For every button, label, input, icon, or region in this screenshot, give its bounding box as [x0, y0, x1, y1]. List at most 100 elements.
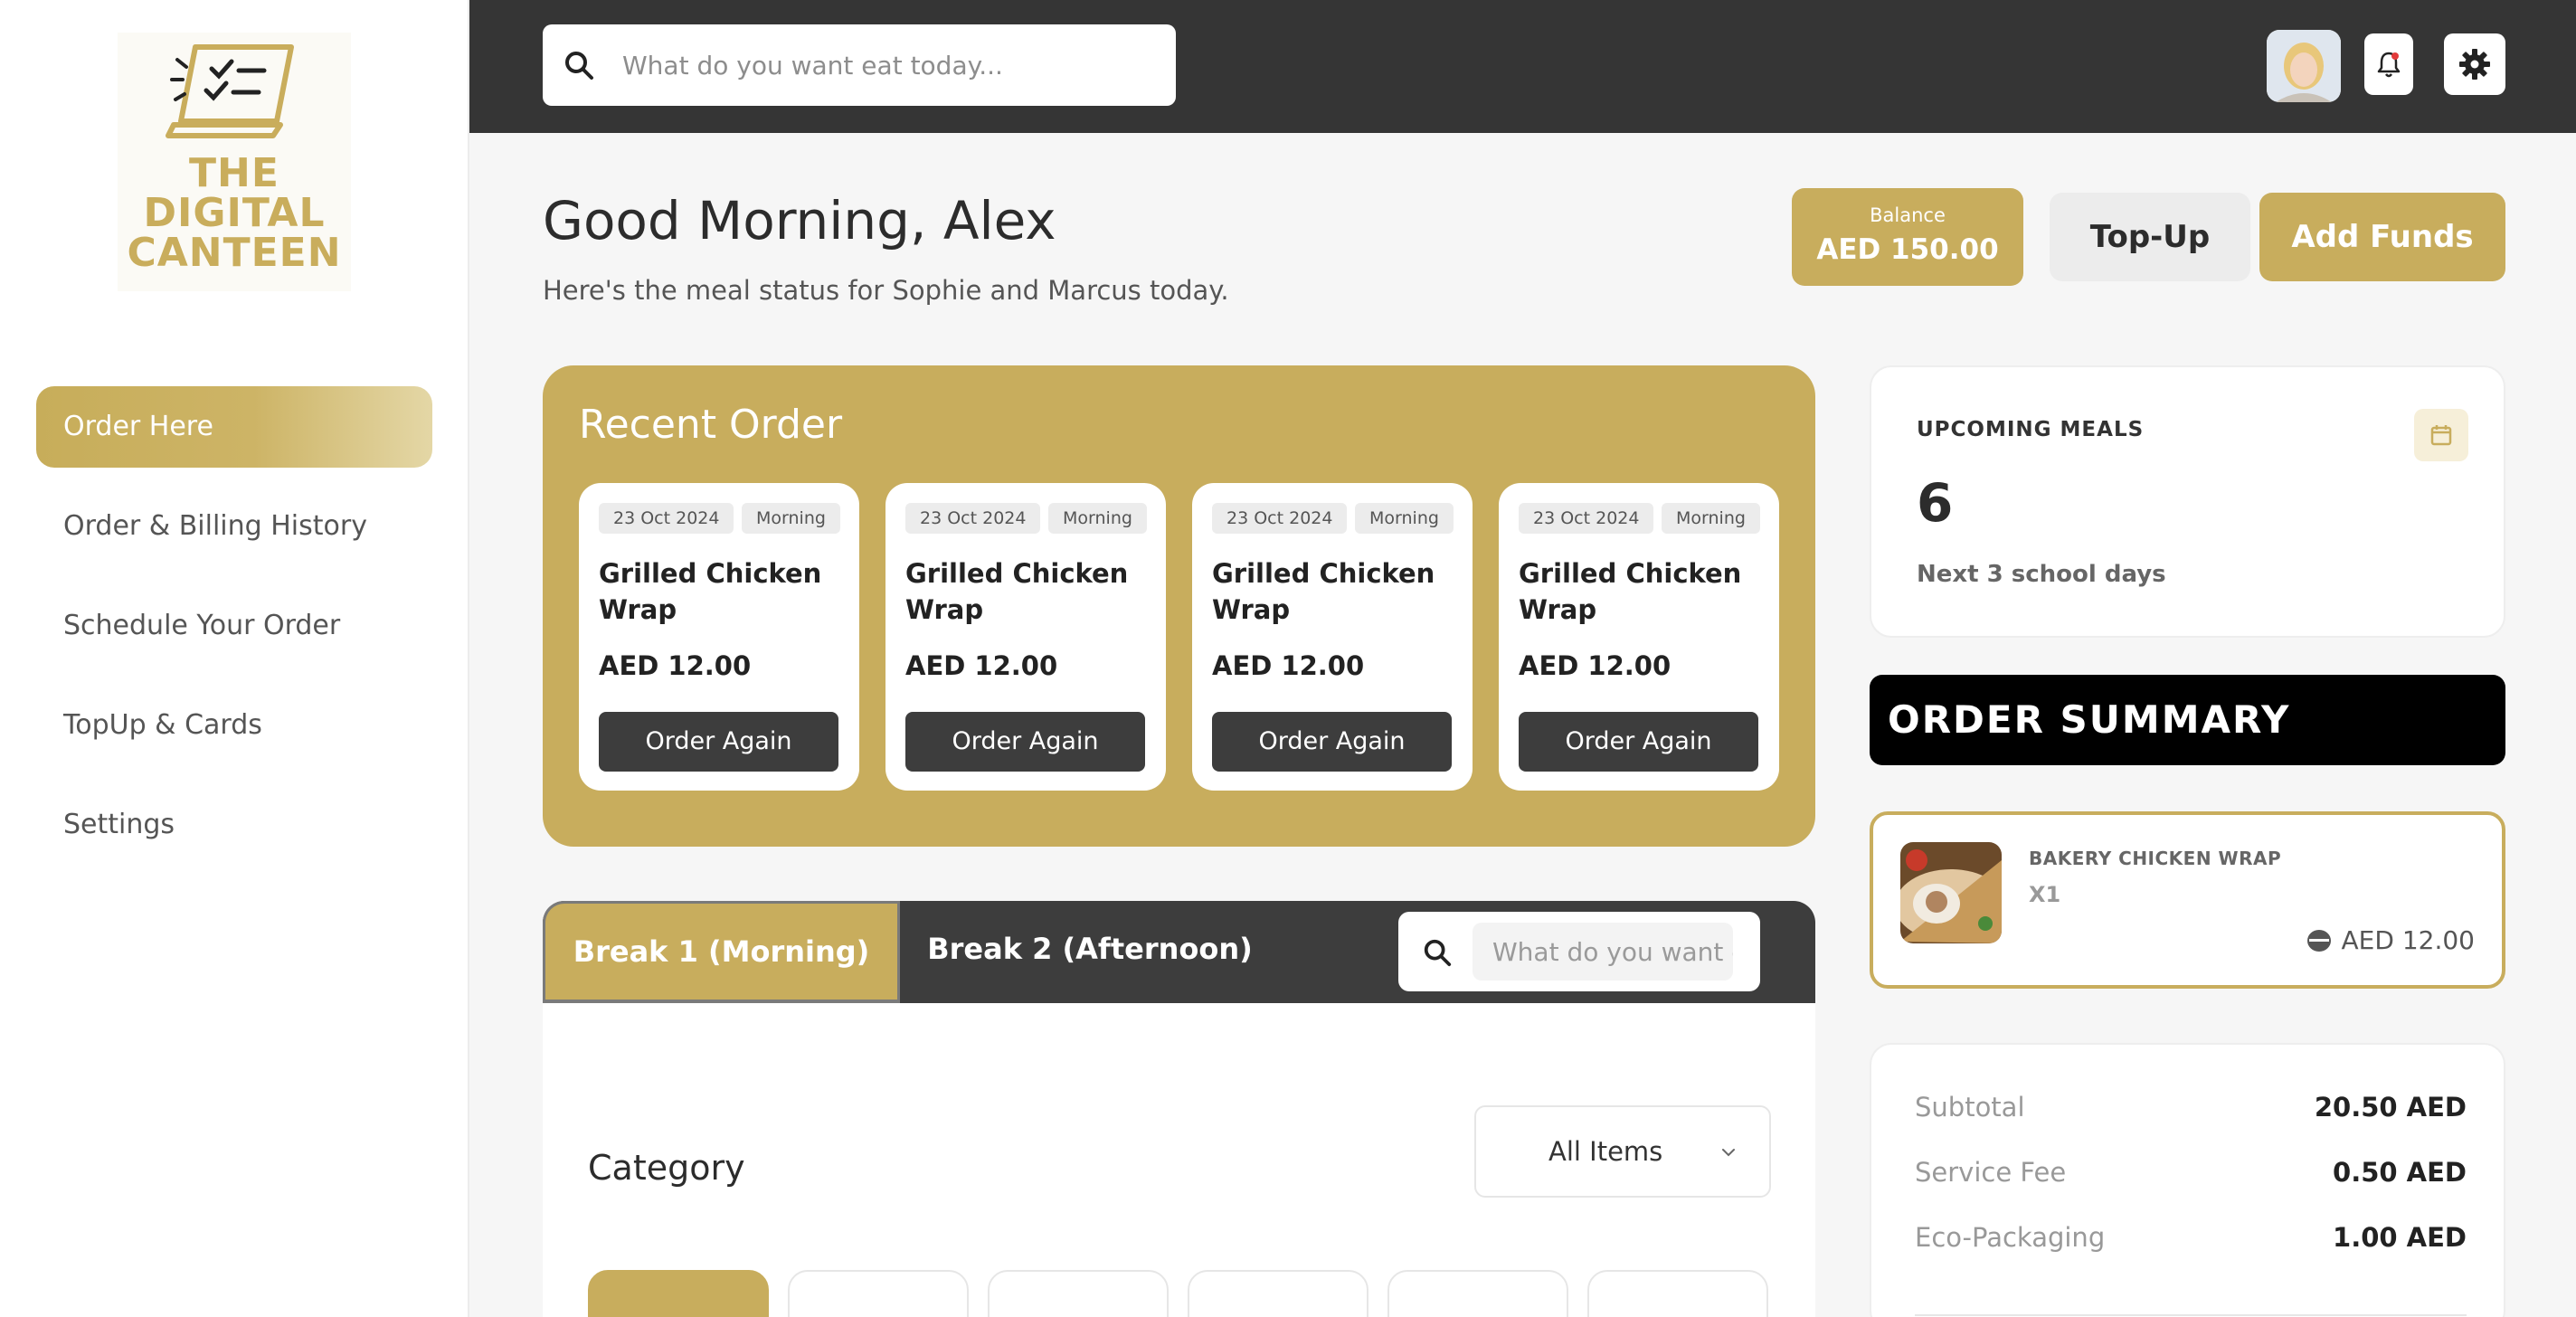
category-pill[interactable]: [1387, 1270, 1568, 1317]
search-input[interactable]: [622, 41, 1147, 90]
laptop-checklist-icon: [166, 44, 294, 138]
balance-badge: Balance AED 150.00: [1792, 188, 2023, 286]
search-icon[interactable]: [563, 49, 595, 81]
menu-search-field[interactable]: [1473, 923, 1733, 981]
global-search[interactable]: [543, 24, 1176, 106]
order-again-button[interactable]: Order Again: [1212, 712, 1452, 772]
order-summary-header: ORDER SUMMARY: [1870, 675, 2505, 765]
brand-line-2: DIGITAL: [143, 190, 326, 236]
order-date-chip: 23 Oct 2024: [1519, 503, 1654, 534]
upcoming-meals-count: 6: [1917, 472, 1954, 534]
category-thumb: [1389, 1272, 1570, 1317]
calendar-icon: [2430, 425, 2452, 446]
tab-break-afternoon[interactable]: Break 2 (Afternoon): [900, 901, 1280, 1003]
coin-icon: [2306, 929, 2331, 952]
order-item-name: Grilled Chicken Wrap: [905, 558, 1129, 625]
balance-value: AED 150.00: [1816, 233, 1999, 266]
order-date-chip: 23 Oct 2024: [599, 503, 734, 534]
menu-area: Category All Items: [543, 1003, 1815, 1317]
bell-icon: [2377, 52, 2401, 78]
category-pill[interactable]: [588, 1270, 769, 1317]
upcoming-meals-subtitle: Next 3 school days: [1917, 561, 2166, 588]
avatar[interactable]: [2267, 30, 2341, 102]
order-again-button[interactable]: Order Again: [599, 712, 838, 772]
notifications-button[interactable]: [2364, 33, 2413, 95]
recent-order-card: 23 Oct 2024 Morning Grilled Chicken Wrap…: [579, 483, 859, 791]
category-pill[interactable]: [788, 1270, 969, 1317]
order-date-chip: 23 Oct 2024: [1212, 503, 1348, 534]
food-image: [1900, 842, 2002, 943]
gear-icon: [2459, 49, 2490, 80]
eco-packaging-row: Eco-Packaging 1.00 AED: [1915, 1222, 2467, 1253]
category-filter-value: All Items: [1548, 1136, 1663, 1167]
category-thumb: [1189, 1272, 1370, 1317]
order-again-button[interactable]: Order Again: [905, 712, 1145, 772]
order-again-button[interactable]: Order Again: [1519, 712, 1758, 772]
break-tabs: Break 1 (Morning) Break 2 (Afternoon): [543, 901, 1815, 1003]
order-slot-chip: Morning: [742, 503, 840, 534]
order-item-name: Grilled Chicken Wrap: [1519, 558, 1742, 625]
category-pill[interactable]: [1188, 1270, 1368, 1317]
search-icon[interactable]: [1422, 937, 1453, 968]
order-item-name: Grilled Chicken Wrap: [1212, 558, 1435, 625]
recent-order-title: Recent Order: [579, 402, 843, 448]
page-title: Good Morning, Alex: [543, 190, 1056, 251]
sidebar: THE DIGITAL CANTEEN Order Here Order & B…: [0, 0, 469, 1317]
top-bar: [469, 0, 2576, 133]
subtotal-label: Subtotal: [1915, 1092, 2025, 1123]
summary-item-price: AED 12.00: [2306, 925, 2475, 955]
settings-button[interactable]: [2444, 33, 2505, 95]
service-fee-value: 0.50 AED: [2333, 1157, 2467, 1188]
subtotal-row: Subtotal 20.50 AED: [1915, 1092, 2467, 1123]
sidebar-item-topup-cards[interactable]: TopUp & Cards: [36, 685, 432, 766]
recent-order-card: 23 Oct 2024 Morning Grilled Chicken Wrap…: [1192, 483, 1473, 791]
recent-order-card: 23 Oct 2024 Morning Grilled Chicken Wrap…: [1499, 483, 1779, 791]
category-filter-select[interactable]: All Items: [1474, 1105, 1771, 1198]
order-totals-card: Subtotal 20.50 AED Service Fee 0.50 AED …: [1870, 1043, 2505, 1317]
wrap-photo: [1900, 842, 2002, 943]
order-item-name: Grilled Chicken Wrap: [599, 558, 822, 625]
menu-search-input[interactable]: [1473, 923, 1733, 981]
chevron-down-icon: [1722, 1149, 1735, 1157]
recent-order-panel: Recent Order 23 Oct 2024 Morning Grilled…: [543, 365, 1815, 847]
brand-line-1: THE: [189, 150, 279, 196]
category-title: Category: [588, 1148, 745, 1188]
category-pill[interactable]: [988, 1270, 1169, 1317]
order-date-chip: 23 Oct 2024: [905, 503, 1041, 534]
tab-break-morning[interactable]: Break 1 (Morning): [543, 901, 900, 1003]
sidebar-item-order-here[interactable]: Order Here: [36, 386, 432, 468]
order-slot-chip: Morning: [1048, 503, 1147, 534]
divider: [1915, 1314, 2467, 1316]
recent-order-card: 23 Oct 2024 Morning Grilled Chicken Wrap…: [886, 483, 1166, 791]
category-thumb: [790, 1272, 971, 1317]
service-fee-row: Service Fee 0.50 AED: [1915, 1157, 2467, 1188]
summary-item-qty: X1: [2029, 882, 2061, 907]
order-slot-chip: Morning: [1355, 503, 1454, 534]
sidebar-item-order-billing-history[interactable]: Order & Billing History: [36, 486, 432, 567]
sidebar-item-schedule-order[interactable]: Schedule Your Order: [36, 585, 432, 667]
order-item-price: AED 12.00: [1212, 650, 1365, 681]
brand-wordmark: THE DIGITAL CANTEEN: [118, 154, 351, 273]
menu-search[interactable]: [1398, 912, 1760, 991]
upcoming-meals-card: UPCOMING MEALS 6 Next 3 school days: [1870, 365, 2505, 638]
summary-item-card[interactable]: BAKERY CHICKEN WRAP X1 AED 12.00: [1870, 811, 2505, 989]
user-photo: [2267, 30, 2341, 102]
summary-item-price-value: AED 12.00: [2341, 925, 2475, 955]
top-up-button[interactable]: Top-Up: [2050, 193, 2250, 281]
calendar-button[interactable]: [2414, 409, 2468, 461]
category-thumb: [990, 1272, 1170, 1317]
add-funds-button[interactable]: Add Funds: [2259, 193, 2505, 281]
category-pill[interactable]: [1587, 1270, 1768, 1317]
brand-logo[interactable]: THE DIGITAL CANTEEN: [118, 33, 351, 291]
upcoming-meals-label: UPCOMING MEALS: [1917, 418, 2145, 441]
balance-label: Balance: [1870, 204, 1946, 226]
page-subtitle: Here's the meal status for Sophie and Ma…: [543, 275, 1229, 306]
order-item-price: AED 12.00: [1519, 650, 1672, 681]
eco-packaging-label: Eco-Packaging: [1915, 1222, 2106, 1253]
order-item-price: AED 12.00: [599, 650, 752, 681]
summary-item-name: BAKERY CHICKEN WRAP: [2029, 848, 2282, 869]
order-item-price: AED 12.00: [905, 650, 1058, 681]
sidebar-item-settings[interactable]: Settings: [36, 784, 432, 866]
eco-packaging-value: 1.00 AED: [2333, 1222, 2467, 1253]
brand-line-3: CANTEEN: [127, 230, 342, 276]
